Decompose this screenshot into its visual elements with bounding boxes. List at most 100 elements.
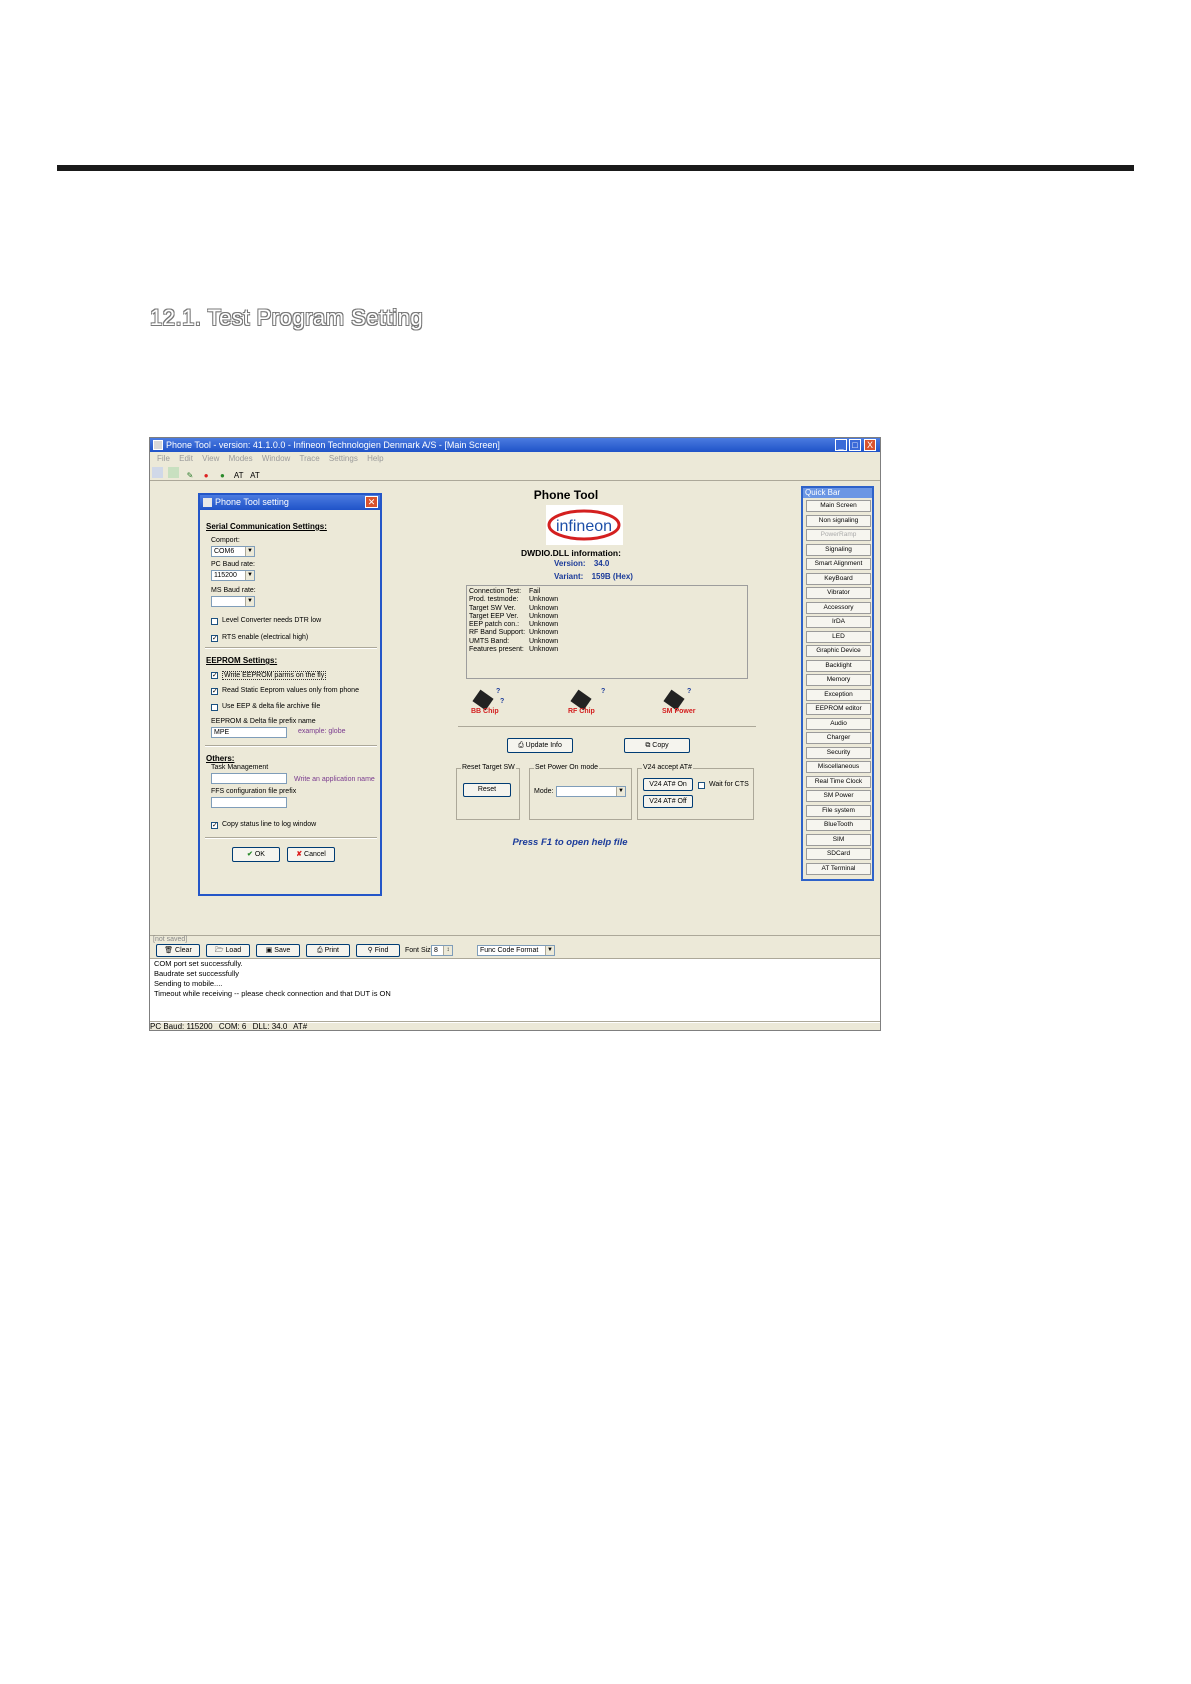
pc-baud-select[interactable]: 115200 ▼ <box>211 570 255 581</box>
quickbar-item-real-time-clock[interactable]: Real Time Clock <box>806 775 871 788</box>
comport-value: COM6 <box>214 548 235 555</box>
quickbar-item-backlight[interactable]: Backlight <box>806 659 871 672</box>
chevron-down-icon: ▼ <box>245 597 254 606</box>
pc-baud-value: 115200 <box>214 572 237 579</box>
load-button[interactable]: 🗁 Load <box>206 944 250 957</box>
maximize-button[interactable]: □ <box>849 439 861 451</box>
quickbar-item-eeprom-editor[interactable]: EEPROM editor <box>806 703 871 715</box>
info-box: Connection Test: Fail Prod. testmode: Unkn… <box>466 585 748 679</box>
config-icon[interactable] <box>168 467 180 478</box>
ok-button[interactable]: ✔ OK <box>232 847 280 862</box>
copy-status-checkbox[interactable]: ✓ <box>211 822 218 829</box>
copy-label: Copy <box>652 742 669 749</box>
quickbar-item-bluetooth[interactable]: BlueTooth <box>806 819 871 831</box>
pc-baud-label: PC Baud rate: <box>211 561 255 568</box>
version-label: Version: <box>554 559 586 568</box>
prefix-label: EEPROM & Delta file prefix name <box>211 718 316 725</box>
read-static-checkbox[interactable]: ✓ <box>211 688 218 695</box>
quickbar-item-keyboard[interactable]: KeyBoard <box>806 572 871 585</box>
quickbar-item-audio[interactable]: Audio <box>806 717 871 730</box>
copy-button[interactable]: ⧉ Copy <box>624 738 690 753</box>
prefix-input[interactable]: MPE <box>211 727 287 738</box>
minimize-button[interactable]: _ <box>835 439 847 451</box>
quickbar-item-memory[interactable]: Memory <box>806 674 871 686</box>
quickbar-item-led[interactable]: LED <box>806 630 871 643</box>
print-button[interactable]: ⎙ Print <box>306 944 350 957</box>
quickbar-item-at-terminal[interactable]: AT Terminal <box>806 862 871 875</box>
log-window[interactable]: COM port set successfully. Baudrate set … <box>150 958 880 1023</box>
x-icon: ✘ <box>296 851 303 858</box>
v24-on-button[interactable]: V24 AT# On <box>643 778 693 791</box>
quickbar-item-exception[interactable]: Exception <box>806 688 871 701</box>
menu-trace[interactable]: Trace <box>300 454 320 463</box>
load-label: Load <box>225 947 242 954</box>
log-saved-state: [not saved] <box>153 936 188 943</box>
version-row: Version: 34.0 <box>554 559 609 568</box>
menu-window[interactable]: Window <box>262 454 290 463</box>
cancel-label: Cancel <box>304 851 326 858</box>
printer-icon: ⎙ <box>317 947 323 954</box>
quickbar-item-sim[interactable]: SIM <box>806 833 871 846</box>
ffs-input[interactable] <box>211 797 287 808</box>
save-button[interactable]: ▣ Save <box>256 944 300 957</box>
quickbar-item-smart-alignment[interactable]: Smart Alignment <box>806 558 871 570</box>
find-button[interactable]: ⚲ Find <box>356 944 400 957</box>
quickbar-item-main-screen[interactable]: Main Screen <box>806 500 871 512</box>
reset-button[interactable]: Reset <box>463 783 511 797</box>
dialog-close-button[interactable]: ✕ <box>365 496 378 508</box>
comport-select[interactable]: COM6 ▼ <box>211 546 255 557</box>
quickbar-item-miscellaneous[interactable]: Miscellaneous <box>806 761 871 773</box>
quickbar-item-sdcard[interactable]: SDCard <box>806 848 871 860</box>
close-button[interactable]: X <box>864 439 876 451</box>
quickbar-item-powerramp[interactable]: PowerRamp <box>806 529 871 541</box>
use-eep-checkbox[interactable] <box>211 704 218 711</box>
wait-cts-checkbox[interactable] <box>698 782 705 789</box>
set-power-legend: Set Power On mode <box>534 764 600 771</box>
v24-off-button[interactable]: V24 AT# Off <box>643 795 693 808</box>
quickbar-item-irda[interactable]: IrDA <box>806 616 871 628</box>
rts-enable-checkbox[interactable]: ✓ <box>211 635 218 642</box>
rts-enable-label: RTS enable (electrical high) <box>222 634 309 641</box>
quickbar-item-security[interactable]: Security <box>806 746 871 759</box>
quickbar-item-graphic-device[interactable]: Graphic Device <box>806 645 871 657</box>
ms-baud-label: MS Baud rate: <box>211 587 256 594</box>
binoculars-icon: ⚲ <box>367 947 373 954</box>
menu-edit[interactable]: Edit <box>179 454 193 463</box>
font-size-spinner[interactable]: 8 ↕ <box>431 945 453 956</box>
info-row: EEP patch con.: Unknown <box>469 621 559 629</box>
quickbar-item-charger[interactable]: Charger <box>806 732 871 744</box>
info-row: Target SW Ver. Unknown <box>469 604 559 612</box>
connect-icon[interactable] <box>152 467 163 478</box>
ok-label: OK <box>254 851 265 858</box>
menu-help[interactable]: Help <box>367 454 383 463</box>
update-info-button[interactable]: ⎙ Update Info <box>507 738 573 753</box>
quickbar-item-sm-power[interactable]: SM Power <box>806 790 871 802</box>
level-converter-checkbox[interactable] <box>211 618 218 625</box>
print-label: Print <box>324 947 339 954</box>
info-row: Features present: Unknown <box>469 646 559 654</box>
ms-baud-select[interactable]: ▼ <box>211 596 255 607</box>
quickbar-item-file-system[interactable]: File system <box>806 804 871 817</box>
task-mgmt-label: Task Management <box>211 764 269 771</box>
phone-tool-window: Phone Tool - version: 41.1.0.0 - Infineo… <box>149 437 881 1031</box>
log-line: Sending to mobile.... <box>154 979 223 988</box>
sm-power-label: SM Power <box>662 708 696 715</box>
cancel-button[interactable]: ✘ Cancel <box>287 847 335 862</box>
quickbar-item-vibrator[interactable]: Vibrator <box>806 587 871 599</box>
version-value: 34.0 <box>593 559 610 568</box>
trash-icon: 🗑 <box>164 947 174 954</box>
format-select[interactable]: Func Code Format ▼ <box>477 945 555 956</box>
header-rule <box>57 165 1134 171</box>
menu-modes[interactable]: Modes <box>229 454 253 463</box>
quickbar-item-signaling[interactable]: Signaling <box>806 543 871 556</box>
prefix-example: example: globe <box>298 728 346 735</box>
task-mgmt-input[interactable] <box>211 773 287 784</box>
write-eeprom-checkbox[interactable]: ✓ <box>211 672 218 679</box>
quickbar-item-accessory[interactable]: Accessory <box>806 601 871 614</box>
menu-settings[interactable]: Settings <box>329 454 358 463</box>
menu-file[interactable]: File <box>157 454 170 463</box>
menu-view[interactable]: View <box>202 454 219 463</box>
clear-button[interactable]: 🗑 Clear <box>156 944 200 957</box>
quickbar-item-non-signaling[interactable]: Non signaling <box>806 514 871 527</box>
mode-select[interactable]: ▼ <box>556 786 626 797</box>
